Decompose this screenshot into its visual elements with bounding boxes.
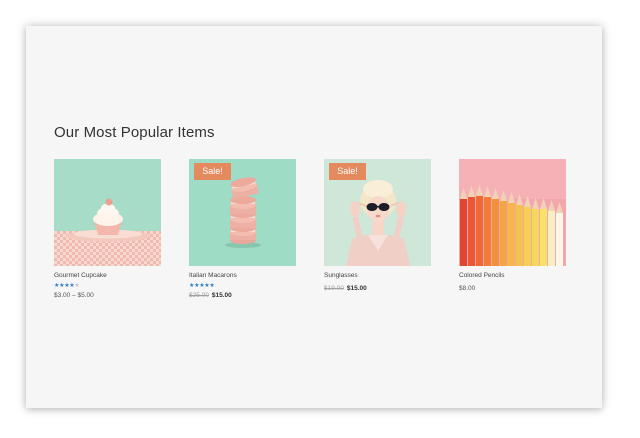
product-image-macarons[interactable]: Sale! — [189, 159, 296, 266]
section-title: Our Most Popular Items — [54, 124, 215, 141]
product-name[interactable]: Gourmet Cupcake — [54, 272, 161, 279]
star-icon: ★ — [209, 283, 215, 289]
star-empty-icon: ★ — [74, 283, 80, 289]
product-image-sunglasses[interactable]: Sale! — [324, 159, 431, 266]
product-image-cupcake[interactable] — [54, 159, 161, 266]
pencils-photo — [459, 159, 566, 266]
product-card-gourmet-cupcake[interactable]: Gourmet Cupcake ★★★★★ $3.00 – $5.00 — [54, 159, 161, 299]
sale-price: $15.00 — [346, 285, 367, 292]
product-name[interactable]: Sunglasses — [324, 272, 431, 279]
product-price: $3.00 – $5.00 — [54, 292, 94, 299]
sale-badge: Sale! — [329, 163, 366, 180]
product-grid: Gourmet Cupcake ★★★★★ $3.00 – $5.00 Sale… — [54, 159, 574, 309]
cupcake-photo — [54, 159, 161, 266]
product-card-italian-macarons[interactable]: Sale! Italian Macarons ★★★★★ $25.00 $15.0… — [189, 159, 296, 299]
product-price: $8.00 — [459, 285, 476, 292]
star-rating: ★★★★★ — [54, 283, 161, 290]
product-price: $19.00 $15.00 — [324, 285, 431, 292]
star-rating: ★★★★★ — [189, 283, 296, 290]
sale-price: $15.00 — [211, 292, 232, 299]
product-card-sunglasses[interactable]: Sale! Sunglasses $19.00 $15.00 — [324, 159, 431, 292]
sale-badge: Sale! — [194, 163, 231, 180]
product-price: $25.00 $15.00 — [189, 292, 296, 299]
product-image-pencils[interactable] — [459, 159, 566, 266]
original-price: $19.00 — [324, 285, 344, 292]
product-card-colored-pencils[interactable]: Colored Pencils $8.00 — [459, 159, 566, 292]
product-name[interactable]: Colored Pencils — [459, 272, 566, 279]
product-name[interactable]: Italian Macarons — [189, 272, 296, 279]
original-price: $25.00 — [189, 292, 209, 299]
page-frame: Our Most Popular Items Gourmet Cupcake ★… — [26, 26, 602, 408]
